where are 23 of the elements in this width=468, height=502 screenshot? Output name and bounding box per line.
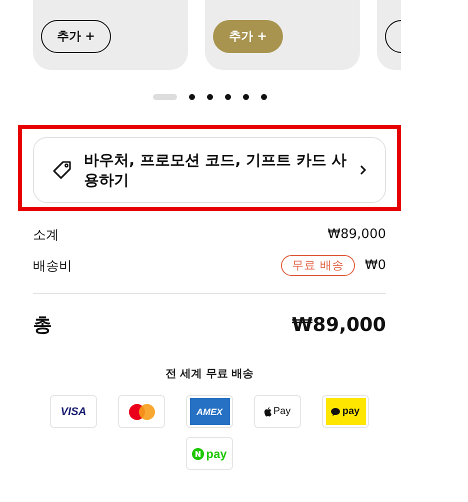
carousel-dot[interactable] bbox=[188, 94, 194, 100]
tag-icon bbox=[52, 160, 72, 180]
carousel-dot[interactable] bbox=[224, 94, 230, 100]
total-value: ₩89,000 bbox=[292, 314, 386, 336]
mastercard-logo bbox=[128, 404, 154, 420]
carousel-dot[interactable] bbox=[206, 94, 212, 100]
carousel-dot[interactable] bbox=[242, 94, 248, 100]
visa-logo: VISA bbox=[60, 406, 86, 418]
carousel-dot[interactable] bbox=[260, 94, 266, 100]
free-shipping-badge: 무료 배송 bbox=[281, 255, 355, 276]
shipping-note: 전 세계 무료 배송 bbox=[164, 366, 255, 381]
total-label: 총 bbox=[33, 313, 52, 338]
apple-pay-logo: Pay bbox=[264, 406, 291, 417]
summary-value: ₩89,000 bbox=[328, 227, 386, 242]
chevron-right-icon bbox=[359, 164, 367, 176]
naver-pay-logo: pay bbox=[192, 446, 227, 460]
add-button[interactable]: 추가 + bbox=[41, 20, 111, 53]
kakao-pay-logo: pay bbox=[326, 398, 366, 425]
summary-label: 소계 bbox=[33, 226, 59, 244]
summary-label: 배송비 bbox=[33, 258, 72, 274]
amex-logo: AMEX bbox=[190, 398, 230, 425]
summary-value: ₩0 bbox=[364, 258, 386, 273]
voucher-button[interactable]: 바우처, 프로모션 코드, 기프트 카드 사용하기 bbox=[33, 137, 386, 203]
